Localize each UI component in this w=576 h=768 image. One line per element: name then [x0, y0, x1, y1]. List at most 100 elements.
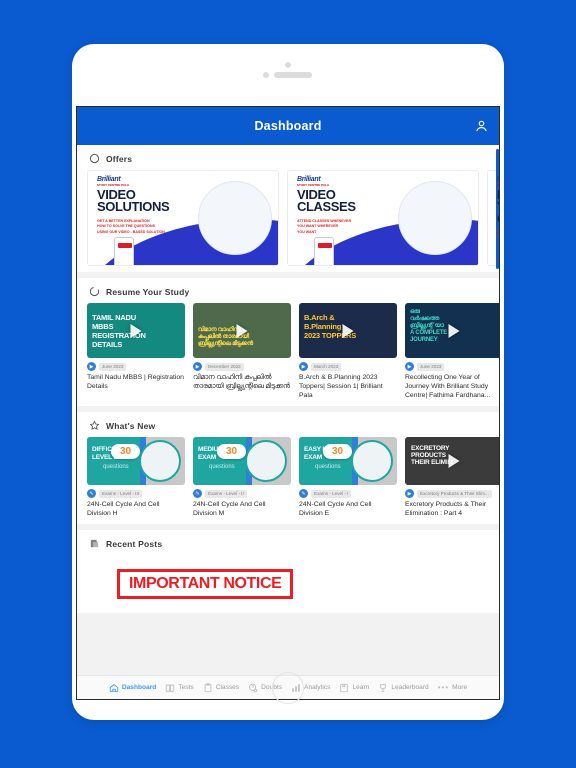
card-title: Excretory Products & Their Elimination :… [405, 501, 487, 517]
resume-card[interactable]: ഒരു വർഷത്തെ ബ്രില്ല്യന്റ് യാ A COMPLETE JOUR… [405, 303, 499, 400]
play-icon[interactable] [448, 454, 460, 468]
section-header-offers: Offers [77, 145, 499, 170]
resume-card[interactable]: വിമാന വാഹിനി കപ്പലിൽ താരമായി ബ്രില്ല്യന്റി… [193, 303, 291, 400]
phone-illustration [314, 237, 334, 265]
star-icon [89, 420, 100, 431]
offer-subtext: GET A BETTER EXPLANATION HOW TO SOLVE THE… [97, 219, 165, 234]
pencil-icon: ✎ [193, 489, 202, 498]
note-icon [89, 538, 100, 549]
card-meta: ✎ Exams - Level - III [87, 489, 185, 498]
sensor-dot [263, 72, 269, 78]
play-icon[interactable] [130, 323, 142, 338]
offer-illustration [398, 181, 472, 255]
section-title-resume: Resume Your Study [106, 286, 190, 297]
card-title: 24N-Cell Cycle And Cell Division H [87, 501, 160, 517]
quiz-question-count: 30 [111, 444, 141, 459]
card-title: 24N-Cell Cycle And Cell Division M [193, 501, 266, 517]
card-chip: Exams - Level - I [311, 489, 352, 498]
nav-item-learn[interactable]: Learn [339, 683, 369, 693]
play-icon[interactable] [342, 323, 354, 338]
video-thumbnail[interactable]: വിമാന വാഹിനി കപ്പലിൽ താരമായി ബ്രില്ല്യന്റി… [193, 303, 291, 358]
video-thumbnail[interactable]: EXCRETORY PRODUCTS THEIR ELIMIN [405, 437, 499, 485]
quiz-questions-word: questions [209, 464, 235, 470]
section-header-recent-posts: Recent Posts [77, 530, 499, 555]
content-scroll-area[interactable]: Offers Brilliant STUDY CENTRE PALA VIDEO… [77, 145, 499, 675]
card-date: June 2023 [99, 362, 127, 371]
video-thumbnail[interactable]: ഒരു വർഷത്തെ ബ്രില്ല്യന്റ് യാ A COMPLETE JOUR… [405, 303, 499, 358]
offers-carousel[interactable]: Brilliant STUDY CENTRE PALA VIDEO SOLUTI… [77, 170, 499, 266]
nav-item-tests[interactable]: Tests [165, 683, 194, 693]
nav-item-classes[interactable]: Classes [203, 682, 239, 693]
quiz-thumbnail[interactable]: EASY LEVEL EXAM questions 30 [299, 437, 397, 485]
offer-headline-line2: SOLUTIONS [97, 199, 170, 214]
offer-subtext: ATTEND CLASSES WHENEVER YOU WANT WHEREVER… [297, 219, 352, 234]
play-icon[interactable] [448, 323, 460, 338]
whats-new-card[interactable]: EASY LEVEL EXAM questions 30 ✎ Exams - L… [299, 437, 397, 518]
card-meta: ▶ June 2023 [87, 362, 185, 371]
video-badge-icon: ▶ [405, 489, 414, 498]
whats-new-card[interactable]: EXCRETORY PRODUCTS THEIR ELIMIN ▶ Excretor… [405, 437, 499, 518]
recent-post-item[interactable]: IMPORTANT NOTICE [77, 555, 499, 607]
section-title-offers: Offers [106, 153, 133, 164]
video-thumbnail[interactable]: TAMIL NADU MBBS REGISTRATION DETAILS [87, 303, 185, 358]
whats-new-carousel[interactable]: DIFFICULT LEVEL EXAM questions 30 ✎ Exam… [77, 437, 499, 518]
thumbnail-text: ഒരു വർഷത്തെ ബ്രില്ല്യന്റ് യാ A COMPLETE JOUR… [410, 309, 448, 343]
thumbnail-text: B.Arch & B.Planning 2023 TOPPERS [304, 313, 357, 340]
video-badge-icon: ▶ [405, 362, 414, 371]
resume-carousel[interactable]: TAMIL NADU MBBS REGISTRATION DETAILS ▶ June… [77, 303, 499, 400]
resume-card[interactable]: B.Arch & B.Planning 2023 TOPPERS ▶ March 2… [299, 303, 397, 400]
trophy-icon [380, 683, 387, 692]
whats-new-card[interactable]: DIFFICULT LEVEL EXAM questions 30 ✎ Exam… [87, 437, 185, 518]
refresh-circle-icon [89, 286, 100, 297]
nav-item-dashboard[interactable]: Dashboard [109, 683, 156, 693]
section-whats-new: What's New DIFFICULT LEVEL EXAM question… [77, 412, 499, 524]
phone-illustration [114, 237, 134, 265]
offer-illustration [198, 181, 272, 255]
video-badge-icon: ▶ [87, 362, 96, 371]
card-chip: Exams - Level - II [205, 489, 247, 498]
section-header-whats-new: What's New [77, 412, 499, 437]
quiz-questions-word: questions [103, 464, 129, 470]
pencil-icon: ✎ [299, 489, 308, 498]
nav-label-dashboard: Dashboard [121, 684, 157, 691]
card-meta: ▶ December 2022 [193, 362, 291, 371]
app-screen: Dashboard Offers Brilliant STUDY CENTRE … [76, 106, 500, 700]
card-chip: Excretory Products & Their Elim... [417, 489, 492, 498]
section-offers: Offers Brilliant STUDY CENTRE PALA VIDEO… [77, 145, 499, 272]
user-icon[interactable] [474, 119, 489, 134]
nav-item-leaderboard[interactable]: Leaderboard [378, 683, 429, 693]
page-title: Dashboard [254, 119, 322, 133]
card-title: B.Arch & B.Planning 2023 Toppers| Sessio… [299, 374, 383, 399]
thumbnail-text: EXCRETORY PRODUCTS THEIR ELIMIN [411, 445, 452, 466]
tablet-bezel-top [72, 44, 504, 106]
offer-card[interactable]: Brilliant STUDY CENTRE PALA VIDEO SOLUTI… [87, 170, 279, 266]
resume-card[interactable]: TAMIL NADU MBBS REGISTRATION DETAILS ▶ June… [87, 303, 185, 400]
card-title: Recollecting One Year of Journey With Br… [405, 374, 491, 399]
card-date: December 2022 [205, 362, 244, 371]
home-icon [109, 683, 119, 692]
offer-headline-line3: QUESTIONS [497, 212, 499, 225]
clock-circle-icon [89, 153, 100, 164]
whats-new-card[interactable]: MEDIUM EXAM questions 30 ✎ Exams - Level… [193, 437, 291, 518]
brand-logo: Brilliant STUDY CENTRE PALA [497, 176, 499, 187]
quiz-thumbnail[interactable]: DIFFICULT LEVEL EXAM questions 30 [87, 437, 185, 485]
tablet-device-frame: Dashboard Offers Brilliant STUDY CENTRE … [72, 44, 504, 720]
card-meta: ▶ March 2023 [299, 362, 397, 371]
offer-card[interactable]: Brilliant STUDY CENTRE PALA VIDEO CLASSE… [287, 170, 479, 266]
card-date: June 2023 [417, 362, 445, 371]
card-meta: ✎ Exams - Level - II [193, 489, 291, 498]
play-icon[interactable] [236, 323, 248, 338]
brand-logo: Brilliant STUDY CENTRE PALA [297, 176, 330, 187]
important-notice-banner: IMPORTANT NOTICE [117, 569, 294, 599]
section-header-resume: Resume Your Study [77, 278, 499, 303]
section-recent-posts: Recent Posts IMPORTANT NOTICE [77, 530, 499, 613]
nav-label-analytics: Analytics [304, 684, 331, 691]
ellipsis-icon: ••• [437, 683, 450, 692]
quiz-illustration [139, 440, 181, 482]
video-thumbnail[interactable]: B.Arch & B.Planning 2023 TOPPERS [299, 303, 397, 358]
quiz-questions-word: questions [315, 464, 341, 470]
app-header: Dashboard [77, 107, 499, 145]
home-button[interactable] [272, 672, 304, 704]
nav-item-more[interactable]: ••• More [438, 683, 467, 692]
quiz-thumbnail[interactable]: MEDIUM EXAM questions 30 [193, 437, 291, 485]
